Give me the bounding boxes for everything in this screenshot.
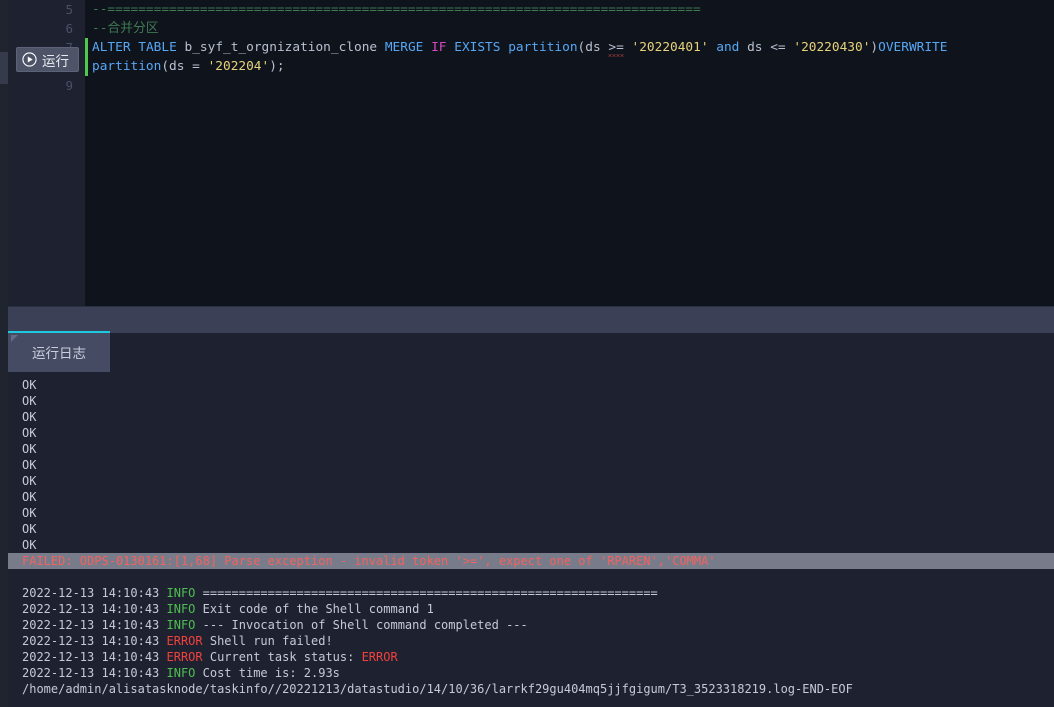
log-level: ERROR bbox=[166, 650, 203, 664]
tab-corner-marker bbox=[11, 335, 18, 342]
code-token: partition bbox=[508, 40, 578, 55]
log-level: INFO bbox=[166, 602, 196, 616]
log-line: OK bbox=[22, 474, 37, 488]
code-token: partition bbox=[92, 59, 162, 74]
log-line: OK bbox=[22, 458, 37, 472]
log-blank-line bbox=[8, 569, 1054, 585]
log-line: 2022-12-13 14:10:43 INFO ===============… bbox=[8, 585, 1054, 601]
log-line: 2022-12-13 14:10:43 ERROR Shell run fail… bbox=[8, 633, 1054, 649]
code-token: '20220430' bbox=[793, 40, 871, 55]
tab-run-log[interactable]: 运行日志 bbox=[8, 331, 110, 372]
log-line: OK bbox=[22, 522, 37, 536]
log-message: Cost time is: 2.93s bbox=[195, 666, 340, 680]
code-token: (ds bbox=[577, 40, 609, 55]
code-token: ds bbox=[739, 40, 771, 55]
log-line: 2022-12-13 14:10:43 ERROR Current task s… bbox=[8, 649, 1054, 665]
line-number: 5 bbox=[65, 2, 73, 17]
code-token: '20220401' bbox=[631, 40, 709, 55]
code-token: <= bbox=[770, 40, 786, 55]
log-timestamp: 2022-12-13 14:10:43 bbox=[22, 666, 167, 680]
log-line-error-selected: FAILED: ODPS-0130161:[1,68] Parse except… bbox=[8, 553, 1054, 569]
code-token: ); bbox=[269, 59, 285, 74]
log-timestamp: 2022-12-13 14:10:43 bbox=[22, 634, 167, 648]
log-message: Shell run failed! bbox=[202, 634, 333, 648]
log-level: INFO bbox=[166, 618, 196, 632]
vcs-change-marker bbox=[85, 38, 88, 76]
code-token: (ds = bbox=[161, 59, 208, 74]
code-token: ) bbox=[870, 40, 879, 55]
log-level: ERROR bbox=[166, 634, 203, 648]
log-message: Current task status: bbox=[202, 650, 362, 664]
log-line: OK bbox=[22, 426, 37, 440]
tab-active-accent bbox=[8, 331, 110, 333]
code-token: EXISTS bbox=[454, 40, 501, 55]
code-line: partition(ds = '202204'); bbox=[92, 57, 1054, 76]
log-line: /home/admin/alisatasknode/taskinfo//2022… bbox=[22, 682, 853, 696]
log-level: INFO bbox=[166, 586, 196, 600]
run-button-label: 运行 bbox=[42, 53, 69, 70]
tabbar-empty-space bbox=[110, 333, 1054, 372]
log-line: 2022-12-13 14:10:43 INFO Cost time is: 2… bbox=[8, 665, 1054, 681]
log-timestamp: 2022-12-13 14:10:43 bbox=[22, 618, 167, 632]
code-token: TABLE bbox=[138, 40, 177, 55]
log-output[interactable]: OK OK OK OK OK OK OK OK OK OK OK FAILED: ODPS-01301… bbox=[8, 372, 1054, 707]
left-rail-active-indicator bbox=[0, 52, 8, 84]
code-token: OVERWRITE bbox=[878, 40, 948, 55]
run-button[interactable]: 运行 bbox=[16, 47, 79, 72]
code-line: --======================================… bbox=[92, 0, 1054, 19]
code-line: --合并分区 bbox=[92, 19, 1054, 38]
code-content[interactable]: --======================================… bbox=[85, 0, 1054, 306]
left-rail bbox=[0, 0, 8, 707]
log-message: Exit code of the Shell command 1 bbox=[195, 602, 434, 616]
code-token: IF bbox=[431, 40, 447, 55]
tab-run-log-label: 运行日志 bbox=[32, 345, 86, 362]
code-editor[interactable]: 56789 --================================… bbox=[0, 0, 1054, 306]
log-line: OK bbox=[22, 394, 37, 408]
log-message: --- Invocation of Shell command complete… bbox=[195, 618, 528, 632]
log-line: OK bbox=[22, 378, 37, 392]
code-token: MERGE bbox=[384, 40, 424, 55]
log-line: OK bbox=[22, 442, 37, 456]
ide-window: 56789 --================================… bbox=[0, 0, 1054, 707]
code-line: ALTER TABLE b_syf_t_orgnization_clone ME… bbox=[92, 38, 1054, 57]
code-token: >= bbox=[608, 40, 624, 55]
log-line: OK bbox=[22, 538, 37, 552]
code-token: b_syf_t_orgnization_clone bbox=[184, 40, 378, 55]
log-line: OK bbox=[22, 490, 37, 504]
code-token: '202204' bbox=[207, 59, 270, 74]
log-tabbar: 运行日志 bbox=[8, 331, 1054, 372]
log-panel: 运行日志 OK OK OK OK OK OK OK OK OK OK OK FAILED: ODPS-… bbox=[8, 331, 1054, 707]
log-timestamp: 2022-12-13 14:10:43 bbox=[22, 602, 167, 616]
log-line: OK bbox=[22, 506, 37, 520]
code-token: ALTER bbox=[92, 40, 131, 55]
log-timestamp: 2022-12-13 14:10:43 bbox=[22, 586, 167, 600]
code-token-comment: --合并分区 bbox=[92, 21, 159, 36]
play-circle-icon bbox=[22, 52, 37, 67]
code-token: and bbox=[716, 40, 740, 55]
log-message-status: ERROR bbox=[361, 650, 398, 664]
log-line: 2022-12-13 14:10:43 INFO Exit code of th… bbox=[8, 601, 1054, 617]
log-message: ========================================… bbox=[195, 586, 658, 600]
line-number: 6 bbox=[65, 21, 73, 36]
line-number: 9 bbox=[65, 78, 73, 93]
log-level: INFO bbox=[166, 666, 196, 680]
log-line: 2022-12-13 14:10:43 INFO --- Invocation … bbox=[8, 617, 1054, 633]
log-timestamp: 2022-12-13 14:10:43 bbox=[22, 650, 167, 664]
editor-gutter: 56789 bbox=[8, 0, 85, 306]
code-token-comment: --======================================… bbox=[92, 2, 701, 17]
log-line: OK bbox=[22, 410, 37, 424]
panel-divider[interactable] bbox=[8, 306, 1054, 331]
